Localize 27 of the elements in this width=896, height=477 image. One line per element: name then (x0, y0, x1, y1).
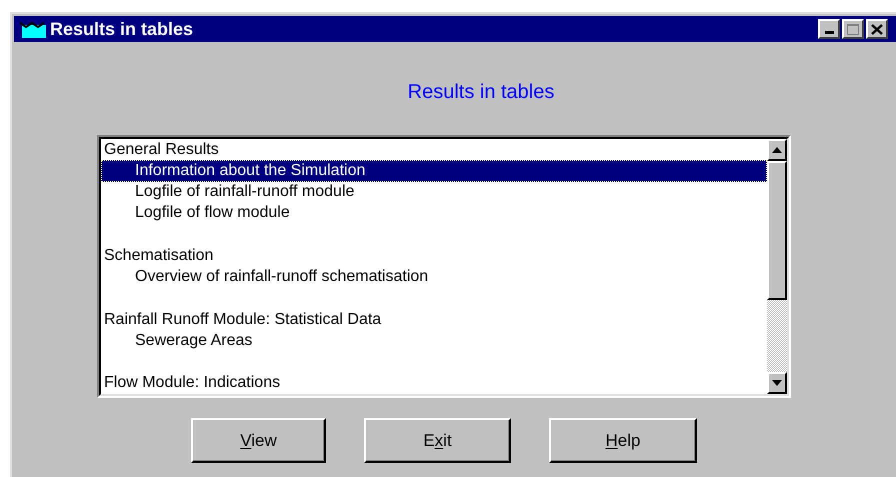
up-arrow-icon (772, 147, 782, 153)
list-group-heading[interactable]: Schematisation (101, 245, 767, 266)
close-icon (871, 24, 883, 34)
dialog-button[interactable]: Help (549, 418, 697, 463)
app-icon (18, 20, 48, 38)
dialog-heading: Results in tables (408, 82, 554, 105)
list-item[interactable]: Sewerage Areas (101, 330, 767, 352)
list-group-heading[interactable]: General Results (101, 139, 767, 160)
close-button[interactable] (866, 19, 888, 39)
vertical-scrollbar[interactable] (767, 139, 787, 394)
maximize-button[interactable] (842, 19, 864, 39)
down-arrow-icon (772, 380, 782, 386)
list-item[interactable]: Overview of rainfall-runoff schematisation (101, 266, 767, 288)
list-group-heading[interactable]: Flow Module: Indications (101, 372, 767, 394)
minimize-icon (824, 31, 834, 34)
maximize-icon (847, 24, 859, 34)
scroll-up-button[interactable] (767, 139, 787, 161)
list-group-heading[interactable]: Rainfall Runoff Module: Statistical Data (101, 309, 767, 330)
scroll-thumb[interactable] (767, 161, 787, 300)
dialog-button[interactable]: Exit (364, 418, 511, 463)
window-title: Results in tables (50, 20, 194, 38)
scroll-down-button[interactable] (767, 372, 787, 394)
list-item[interactable]: Information about the Simulation (101, 160, 767, 182)
list-item[interactable]: Logfile of flow module (101, 202, 767, 224)
dialog-button[interactable]: View (191, 418, 326, 463)
minimize-button[interactable] (818, 19, 840, 39)
list-item[interactable]: Logfile of rainfall-runoff module (101, 182, 767, 203)
